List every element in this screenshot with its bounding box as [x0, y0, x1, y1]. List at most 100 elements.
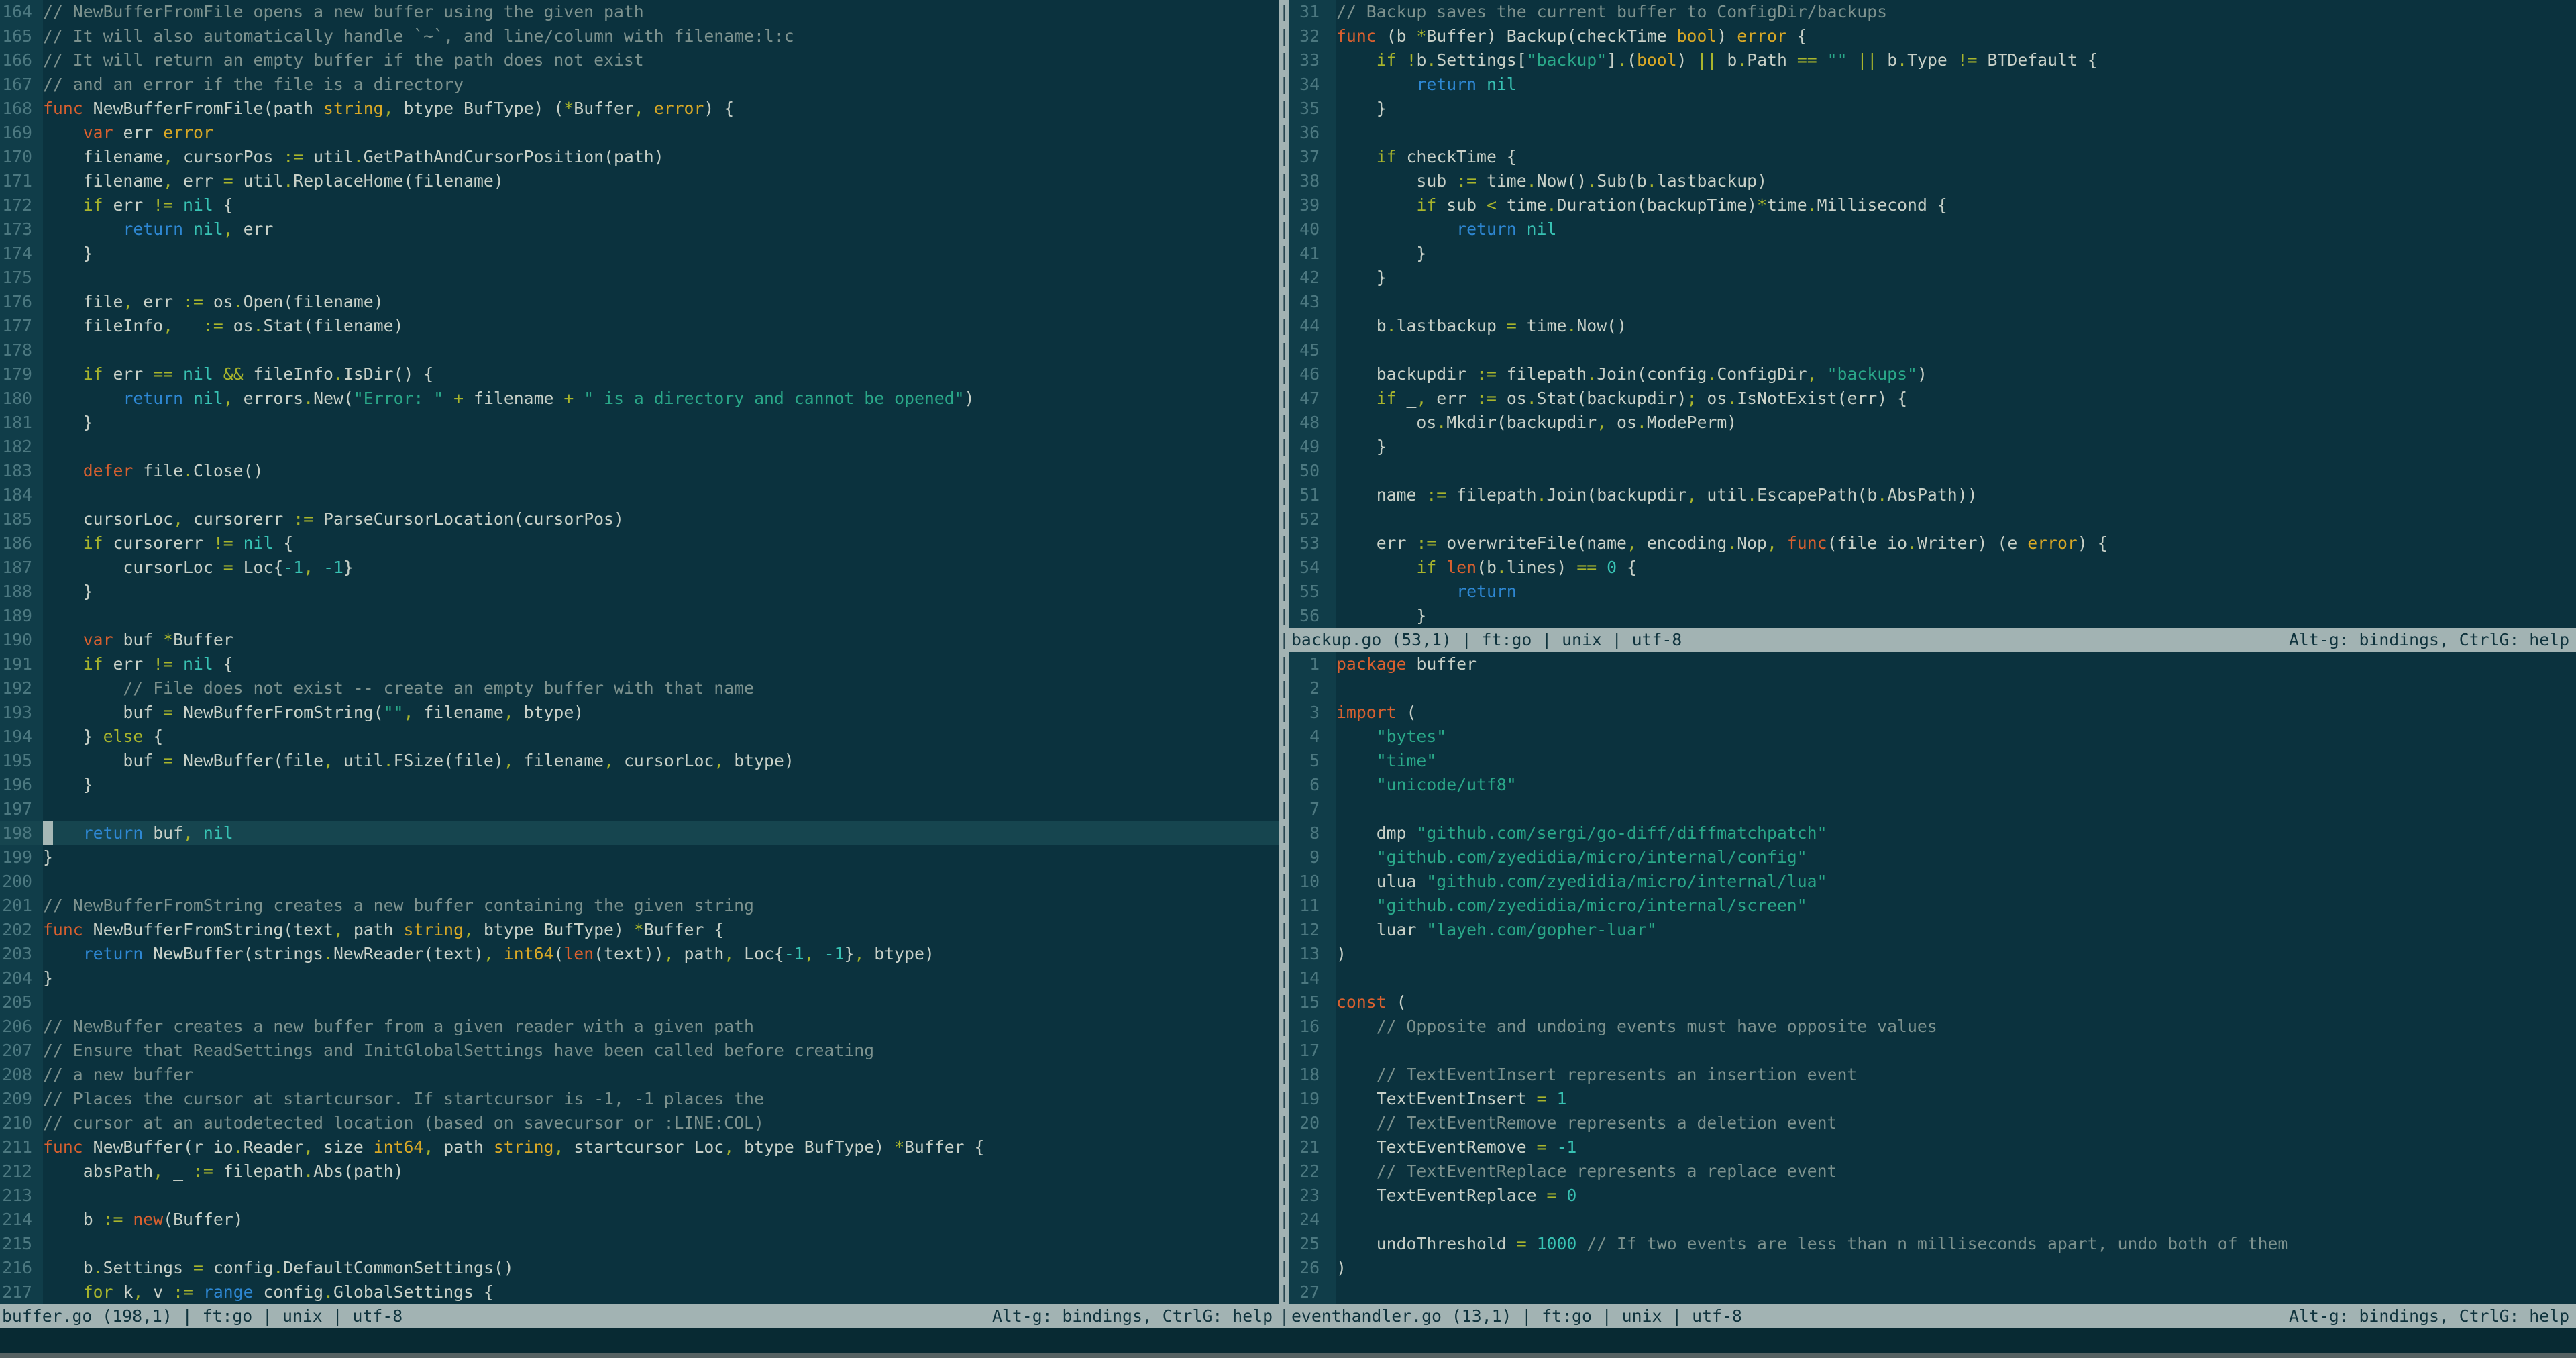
code-line[interactable]: 191 if err != nil { [0, 652, 1279, 676]
code-line[interactable]: 203 return NewBuffer(strings.NewReader(t… [0, 942, 1279, 966]
code-line[interactable]: 185 cursorLoc, cursorerr := ParseCursorL… [0, 507, 1279, 531]
code-line[interactable]: 176 file, err := os.Open(filename) [0, 290, 1279, 314]
code-line[interactable]: 34 return nil [1289, 72, 2576, 97]
code-line[interactable]: 189 [0, 604, 1279, 628]
code-line[interactable]: 10 ulua "github.com/zyedidia/micro/inter… [1289, 870, 2576, 894]
code-line[interactable]: 46 backupdir := filepath.Join(config.Con… [1289, 362, 2576, 386]
code-line[interactable]: 26) [1289, 1256, 2576, 1280]
code-line[interactable]: 213 [0, 1184, 1279, 1208]
command-line[interactable] [0, 1328, 2576, 1353]
code-line[interactable]: 17 [1289, 1039, 2576, 1063]
code-line[interactable]: 174 } [0, 242, 1279, 266]
code-line[interactable]: 164// NewBufferFromFile opens a new buff… [0, 0, 1279, 24]
code-line[interactable]: 40 return nil [1289, 217, 2576, 242]
code-line[interactable]: 14 [1289, 966, 2576, 990]
code-area[interactable]: 1 package buffer 2 3 import (4 "bytes" 5 "tim… [1289, 652, 2576, 1304]
code-line[interactable]: 20 // TextEventRemove represents a delet… [1289, 1111, 2576, 1135]
code-line[interactable]: 201// NewBufferFromString creates a new … [0, 894, 1279, 918]
code-line[interactable]: 15 const ( [1289, 990, 2576, 1014]
code-line[interactable]: 42 } [1289, 266, 2576, 290]
code-line[interactable]: 52 [1289, 507, 2576, 531]
code-line[interactable]: 47 if _, err := os.Stat(backupdir); os.I… [1289, 386, 2576, 411]
code-line[interactable]: 186 if cursorerr != nil { [0, 531, 1279, 556]
code-line[interactable]: 205 [0, 990, 1279, 1014]
code-line[interactable]: 12 luar "layeh.com/gopher-luar" [1289, 918, 2576, 942]
code-line[interactable]: 198 return buf, nil [0, 821, 1279, 845]
code-line[interactable]: 215 [0, 1232, 1279, 1256]
code-line[interactable]: 214 b := new(Buffer) [0, 1208, 1279, 1232]
code-line[interactable]: 210// cursor at an autodetected location… [0, 1111, 1279, 1135]
code-line[interactable]: 22 // TextEventReplace represents a repl… [1289, 1159, 2576, 1184]
code-line[interactable]: 37 if checkTime { [1289, 145, 2576, 169]
code-line[interactable]: 1 package buffer [1289, 652, 2576, 676]
code-line[interactable]: 2 [1289, 676, 2576, 700]
code-line[interactable]: 190 var buf *Buffer [0, 628, 1279, 652]
code-line[interactable]: 16 // Opposite and undoing events must h… [1289, 1014, 2576, 1039]
code-line[interactable]: 38 sub := time.Now().Sub(b.lastbackup) [1289, 169, 2576, 193]
code-line[interactable]: 24 [1289, 1208, 2576, 1232]
code-line[interactable]: 204} [0, 966, 1279, 990]
code-line[interactable]: 21 TextEventRemove = -1 [1289, 1135, 2576, 1159]
code-line[interactable]: 180 return nil, errors.New("Error: " + f… [0, 386, 1279, 411]
code-line[interactable]: 165// It will also automatically handle … [0, 24, 1279, 48]
code-line[interactable]: 7 [1289, 797, 2576, 821]
code-line[interactable]: 211 func NewBuffer(r io.Reader, size int6… [0, 1135, 1279, 1159]
code-line[interactable]: 39 if sub < time.Duration(backupTime)*ti… [1289, 193, 2576, 217]
code-line[interactable]: 183 defer file.Close() [0, 459, 1279, 483]
code-line[interactable]: 41 } [1289, 242, 2576, 266]
code-line[interactable]: 187 cursorLoc = Loc{-1, -1} [0, 556, 1279, 580]
code-line[interactable]: 5 "time" [1289, 749, 2576, 773]
code-line[interactable]: 217 for k, v := range config.GlobalSetti… [0, 1280, 1279, 1304]
code-line[interactable]: 216 b.Settings = config.DefaultCommonSet… [0, 1256, 1279, 1280]
code-line[interactable]: 44 b.lastbackup = time.Now() [1289, 314, 2576, 338]
code-line[interactable]: 169 var err error [0, 121, 1279, 145]
code-line[interactable]: 45 [1289, 338, 2576, 362]
code-line[interactable]: 54 if len(b.lines) == 0 { [1289, 556, 2576, 580]
code-line[interactable]: 200 [0, 870, 1279, 894]
code-line[interactable]: 194 } else { [0, 725, 1279, 749]
code-line[interactable]: 35 } [1289, 97, 2576, 121]
code-line[interactable]: 192 // File does not exist -- create an … [0, 676, 1279, 700]
code-line[interactable]: 196 } [0, 773, 1279, 797]
code-line[interactable]: 202 func NewBufferFromString(text, path s… [0, 918, 1279, 942]
code-line[interactable]: 173 return nil, err [0, 217, 1279, 242]
code-line[interactable]: 4 "bytes" [1289, 725, 2576, 749]
code-line[interactable]: 181 } [0, 411, 1279, 435]
code-line[interactable]: 49 } [1289, 435, 2576, 459]
code-line[interactable]: 36 [1289, 121, 2576, 145]
code-line[interactable]: 199} [0, 845, 1279, 870]
code-line[interactable]: 209// Places the cursor at startcursor. … [0, 1087, 1279, 1111]
code-line[interactable]: 212 absPath, _ := filepath.Abs(path) [0, 1159, 1279, 1184]
code-line[interactable]: 207// Ensure that ReadSettings and InitG… [0, 1039, 1279, 1063]
code-line[interactable]: 43 [1289, 290, 2576, 314]
code-line[interactable]: 55 return [1289, 580, 2576, 604]
code-line[interactable]: 178 [0, 338, 1279, 362]
code-line[interactable]: 188 } [0, 580, 1279, 604]
code-area[interactable]: 31// Backup saves the current buffer to … [1289, 0, 2576, 628]
code-line[interactable]: 3 import ( [1289, 700, 2576, 725]
code-line[interactable]: 11 "github.com/zyedidia/micro/internal/s… [1289, 894, 2576, 918]
code-line[interactable]: 56 } [1289, 604, 2576, 628]
code-line[interactable]: 27 [1289, 1280, 2576, 1304]
code-line[interactable]: 172 if err != nil { [0, 193, 1279, 217]
code-line[interactable]: 197 [0, 797, 1279, 821]
code-line[interactable]: 31// Backup saves the current buffer to … [1289, 0, 2576, 24]
code-line[interactable]: 208// a new buffer [0, 1063, 1279, 1087]
code-line[interactable]: 171 filename, err = util.ReplaceHome(fil… [0, 169, 1279, 193]
code-line[interactable]: 13) [1289, 942, 2576, 966]
code-line[interactable]: 19 TextEventInsert = 1 [1289, 1087, 2576, 1111]
code-line[interactable]: 8 dmp "github.com/sergi/go-diff/diffmatc… [1289, 821, 2576, 845]
code-line[interactable]: 170 filename, cursorPos := util.GetPathA… [0, 145, 1279, 169]
code-line[interactable]: 175 [0, 266, 1279, 290]
code-line[interactable]: 25 undoThreshold = 1000 // If two events… [1289, 1232, 2576, 1256]
code-line[interactable]: 48 os.Mkdir(backupdir, os.ModePerm) [1289, 411, 2576, 435]
code-line[interactable]: 179 if err == nil && fileInfo.IsDir() { [0, 362, 1279, 386]
code-line[interactable]: 33 if !b.Settings["backup"].(bool) || b.… [1289, 48, 2576, 72]
code-line[interactable]: 32 func (b *Buffer) Backup(checkTime bool… [1289, 24, 2576, 48]
code-line[interactable]: 6 "unicode/utf8" [1289, 773, 2576, 797]
code-line[interactable]: 168 func NewBufferFromFile(path string, b… [0, 97, 1279, 121]
code-line[interactable]: 53 err := overwriteFile(name, encoding.N… [1289, 531, 2576, 556]
code-line[interactable]: 167// and an error if the file is a dire… [0, 72, 1279, 97]
code-line[interactable]: 166// It will return an empty buffer if … [0, 48, 1279, 72]
code-line[interactable]: 50 [1289, 459, 2576, 483]
